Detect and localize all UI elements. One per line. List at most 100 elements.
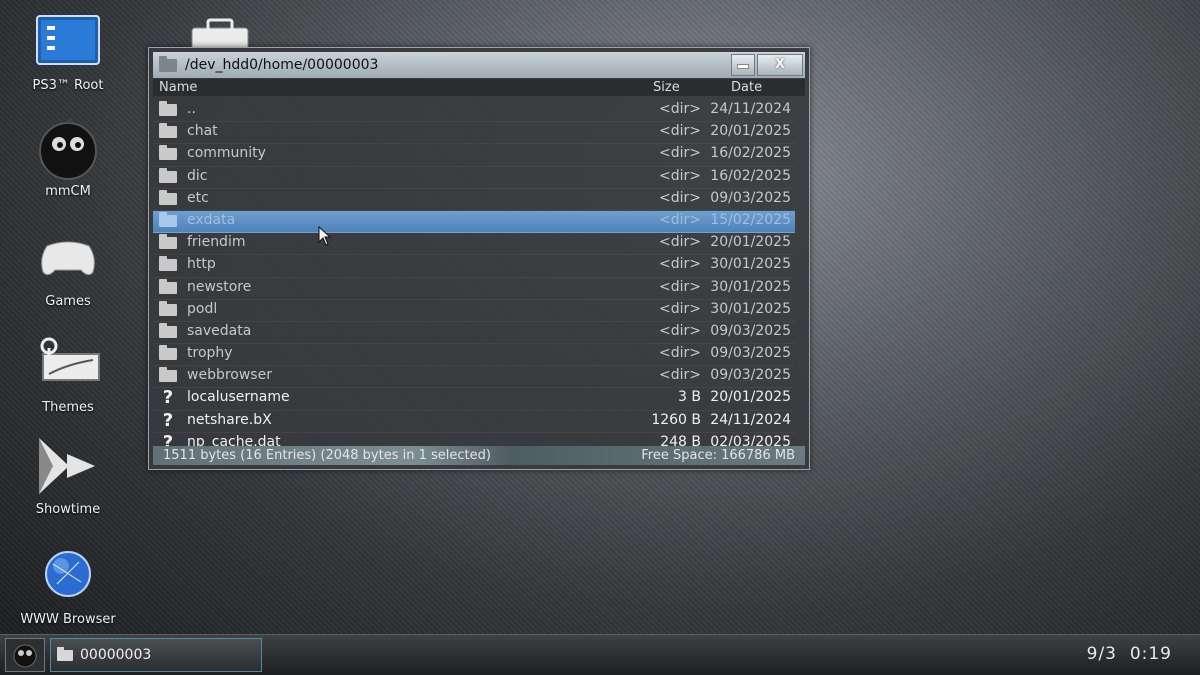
clock: 9/3 0:19 [1087,644,1172,664]
file-size: <dir> [659,167,701,184]
file-name: webbrowser [187,367,272,384]
file-row[interactable]: newstore <dir> 30/01/2025 [153,278,795,300]
start-button[interactable] [5,638,45,672]
file-row[interactable]: savedata <dir> 09/03/2025 [153,322,795,345]
folder-icon [159,234,177,250]
file-row[interactable]: .. <dir> 24/11/2024 [153,100,795,123]
desktop-icon-showtime[interactable]: Showtime [18,436,118,517]
file-name: .. [187,101,196,117]
file-date: 09/03/2025 [710,189,791,206]
taskbar-item-label: 00000003 [80,647,152,663]
folder-icon [159,123,177,139]
file-date: 30/01/2025 [710,278,791,295]
file-size: <dir> [659,322,701,339]
file-row[interactable]: podl <dir> 30/01/2025 [153,300,795,322]
window-title: /dev_hdd0/home/00000003 [185,57,379,73]
file-date: 16/02/2025 [710,167,791,184]
themes-icon [33,334,103,396]
file-name: community [187,145,266,162]
file-manager-window[interactable]: /dev_hdd0/home/00000003 X Name Size Date… [148,47,810,470]
desktop-icon-games[interactable]: Games [18,228,118,309]
file-date: 15/02/2025 [710,211,791,228]
desktop-icon-label: mmCM [45,184,91,199]
file-size: 1260 B [651,411,701,428]
status-summary: 1511 bytes (16 Entries) (2048 bytes in 1… [163,448,491,463]
file-row[interactable]: dic <dir> 16/02/2025 [153,167,795,189]
file-row[interactable]: trophy <dir> 09/03/2025 [153,344,795,367]
taskbar: 00000003 9/3 0:19 [0,634,1200,675]
file-row[interactable]: exdata <dir> 15/02/2025 [153,210,795,234]
file-date: 24/11/2024 [710,101,791,117]
file-date: 20/01/2025 [710,123,791,140]
folder-icon [57,647,73,661]
mouse-cursor-icon [318,225,332,246]
file-size: <dir> [659,189,701,206]
file-name: chat [187,123,218,140]
briefcase-icon[interactable] [190,18,250,51]
folder-icon [159,300,177,316]
file-date: 24/11/2024 [710,411,791,428]
file-size: <dir> [659,345,701,362]
file-name: localusername [187,389,290,406]
desktop-icon-label: PS3™ Root [32,78,104,93]
file-row[interactable]: etc <dir> 09/03/2025 [153,189,795,211]
folder-icon [159,367,177,383]
minimize-icon [737,64,749,69]
file-name: http [187,256,216,273]
file-date: 20/01/2025 [710,389,791,406]
file-size: <dir> [659,234,701,251]
mmcm-start-icon [13,644,37,668]
taskbar-window-item[interactable]: 00000003 [50,638,262,672]
file-date: 09/03/2025 [710,345,791,362]
folder-icon [159,256,177,272]
file-name: etc [187,189,209,206]
mmcm-icon [33,115,103,180]
title-bar[interactable]: /dev_hdd0/home/00000003 X [153,52,805,78]
desktop-icon-mmcm[interactable]: mmCM [18,115,118,199]
clock-time: 0:19 [1129,644,1172,664]
close-button[interactable]: X [757,54,803,76]
column-date[interactable]: Date [731,80,762,95]
unknown-file-icon: ? [162,409,174,431]
file-size: <dir> [659,300,701,317]
file-date: 30/01/2025 [710,256,791,273]
file-size: 3 B [678,389,701,406]
file-size: <dir> [659,145,701,162]
file-size: <dir> [659,256,701,273]
desktop-icon-label: Themes [42,400,94,415]
showtime-icon [33,436,103,498]
file-size: <dir> [659,211,701,228]
desktop-icon-label: Showtime [35,502,101,517]
desktop-icon-themes[interactable]: Themes [18,334,118,415]
file-row[interactable]: chat <dir> 20/01/2025 [153,122,795,145]
folder-icon [159,167,177,183]
clock-date: 9/3 [1086,644,1117,664]
desktop-icon-label: WWW Browser [20,612,116,627]
file-size: <dir> [659,101,701,117]
file-row[interactable]: ? netshare.bX 1260 B 24/11/2024 [153,409,795,433]
file-date: 09/03/2025 [710,322,791,339]
desktop-icon-www-browser[interactable]: WWW Browser [18,546,118,627]
file-date: 16/02/2025 [710,145,791,162]
unknown-file-icon: ? [162,431,174,453]
folder-icon [159,278,177,294]
file-date: 09/03/2025 [710,367,791,384]
globe-icon [33,546,103,608]
file-row[interactable]: ? localusername 3 B 20/01/2025 [153,388,795,411]
ps3-root-icon [33,12,103,74]
column-size[interactable]: Size [653,80,680,95]
column-name[interactable]: Name [159,80,197,95]
file-row[interactable]: friendim <dir> 20/01/2025 [153,233,795,256]
file-row[interactable]: webbrowser <dir> 09/03/2025 [153,366,795,389]
file-name: savedata [187,322,252,339]
minimize-button[interactable] [731,54,755,76]
desktop-icon-ps3-root[interactable]: PS3™ Root [18,12,118,93]
desktop-icon-label: Games [45,294,91,309]
column-header: Name Size Date [153,79,805,96]
folder-icon [159,55,177,72]
file-row[interactable]: http <dir> 30/01/2025 [153,255,795,278]
file-size: <dir> [659,278,701,295]
file-row[interactable]: community <dir> 16/02/2025 [153,144,795,167]
file-name: dic [187,167,208,184]
file-date: 20/01/2025 [710,234,791,251]
